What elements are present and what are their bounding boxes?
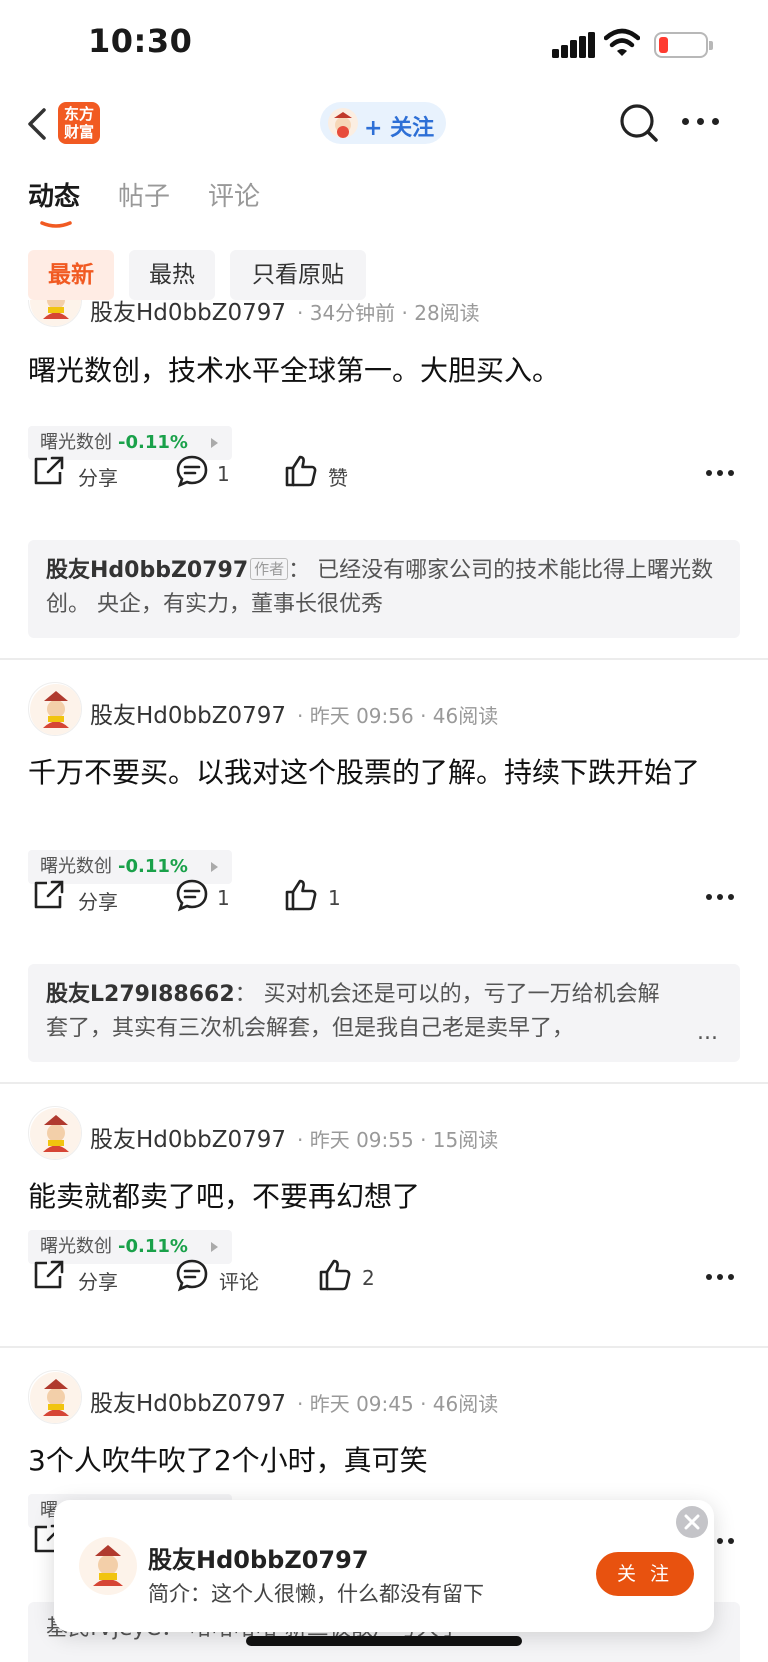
tab-posts[interactable]: 帖子 <box>118 176 170 213</box>
feed: 股友Hd0bbZ0797 · 34分钟前 · 28阅读 曙光数创，技术水平全球第… <box>0 300 768 1662</box>
filter-hot[interactable]: 最热 <box>129 250 215 300</box>
author-name[interactable]: 股友Hd0bbZ0797 <box>90 696 286 730</box>
status-time: 10:30 <box>88 22 193 60</box>
share-icon <box>34 880 64 909</box>
battery-icon <box>654 32 713 58</box>
more-icon[interactable] <box>706 470 734 480</box>
like-count: 2 <box>362 1266 375 1290</box>
avatar[interactable] <box>28 300 82 327</box>
chevron-right-icon <box>211 1242 218 1252</box>
home-indicator[interactable] <box>246 1636 522 1646</box>
comment-preview[interactable]: 股友L279I88662： 买对机会还是可以的，亏了一万给机会解套了，其实有三次… <box>28 964 740 1062</box>
filter-latest[interactable]: 最新 <box>28 250 114 300</box>
like-label: 赞 <box>328 466 348 490</box>
stock-name: 曙光数创 <box>40 856 112 877</box>
follow-label: + 关注 <box>364 116 435 141</box>
post-meta: · 34分钟前 · 28阅读 <box>297 301 480 325</box>
app-logo: 东方财富 <box>58 102 100 144</box>
close-icon[interactable] <box>676 1506 708 1538</box>
more-icon[interactable] <box>682 118 722 128</box>
follow-pill-button[interactable]: + 关注 <box>320 102 446 144</box>
comment-icon <box>176 879 208 912</box>
signal-icon <box>552 32 595 58</box>
tab-underline <box>40 221 72 228</box>
share-label: 分享 <box>78 1270 118 1294</box>
post-content[interactable]: 千万不要买。以我对这个股票的了解。持续下跌开始了 <box>28 752 740 794</box>
chevron-right-icon <box>211 438 218 448</box>
tab-bar: 动态 帖子 评论 <box>0 176 768 236</box>
comment-count: 1 <box>217 462 230 486</box>
post-content[interactable]: 3个人吹牛吹了2个小时，真可笑 <box>28 1440 740 1482</box>
avatar[interactable] <box>28 682 82 736</box>
comment-label: 评论 <box>219 1270 259 1294</box>
more-icon[interactable] <box>706 1274 734 1284</box>
share-label: 分享 <box>78 890 118 914</box>
comment-author[interactable]: 股友Hd0bbZ0797 <box>46 558 248 583</box>
author-name[interactable]: 股友Hd0bbZ0797 <box>90 300 286 327</box>
comment-author[interactable]: 股友L279I88662 <box>46 982 235 1007</box>
post-content[interactable]: 曙光数创，技术水平全球第一。大胆买入。 <box>28 350 740 392</box>
wifi-icon <box>604 28 640 56</box>
back-icon[interactable] <box>24 104 52 144</box>
comment-ellipsis: ... <box>697 1020 718 1045</box>
avatar[interactable] <box>78 1536 138 1596</box>
thumbs-up-icon <box>285 879 317 911</box>
more-icon[interactable] <box>706 894 734 904</box>
filter-original-only[interactable]: 只看原贴 <box>230 250 366 300</box>
battery-level <box>659 37 668 53</box>
comment-icon <box>176 455 208 488</box>
post-meta: · 昨天 09:56 · 46阅读 <box>297 704 499 728</box>
avatar[interactable] <box>28 1106 82 1160</box>
author-badge: 作者 <box>250 558 289 580</box>
post-meta: · 昨天 09:45 · 46阅读 <box>297 1392 499 1416</box>
stock-name: 曙光数创 <box>40 1236 112 1257</box>
follow-popup: 股友Hd0bbZ0797 简介：这个人很懒，什么都没有留下 关 注 <box>54 1500 714 1632</box>
search-icon[interactable] <box>618 102 660 144</box>
thumbs-up-icon <box>319 1259 351 1291</box>
tab-comments[interactable]: 评论 <box>208 176 260 213</box>
author-name[interactable]: 股友Hd0bbZ0797 <box>90 1120 286 1154</box>
popup-user-name[interactable]: 股友Hd0bbZ0797 <box>148 1540 369 1575</box>
stock-change: -0.11% <box>118 1236 188 1257</box>
popup-bio: 简介：这个人很懒，什么都没有留下 <box>148 1582 484 1606</box>
stock-name: 曙光数创 <box>40 432 112 453</box>
stock-change: -0.11% <box>118 432 188 453</box>
avatar[interactable] <box>28 1370 82 1424</box>
author-name[interactable]: 股友Hd0bbZ0797 <box>90 1384 286 1418</box>
chevron-right-icon <box>211 862 218 872</box>
filter-bar: 最新 最热 只看原贴 <box>0 250 768 300</box>
post-card[interactable]: 股友Hd0bbZ0797 · 34分钟前 · 28阅读 曙光数创，技术水平全球第… <box>0 300 768 658</box>
comment-count: 1 <box>217 886 230 910</box>
comment-icon <box>176 1259 208 1292</box>
post-content[interactable]: 能卖就都卖了吧，不要再幻想了 <box>28 1176 740 1218</box>
post-card[interactable]: 股友Hd0bbZ0797 · 昨天 09:55 · 15阅读 能卖就都卖了吧，不… <box>0 1084 768 1346</box>
post-card[interactable]: 股友Hd0bbZ0797 · 昨天 09:56 · 46阅读 千万不要买。以我对… <box>0 660 768 1082</box>
share-label: 分享 <box>78 466 118 490</box>
follow-button[interactable]: 关 注 <box>596 1552 694 1596</box>
share-icon <box>34 1260 64 1289</box>
status-bar: 10:30 <box>0 0 768 88</box>
tab-dynamic[interactable]: 动态 <box>28 176 80 213</box>
nav-bar: 东方财富 + 关注 <box>0 88 768 160</box>
post-meta: · 昨天 09:55 · 15阅读 <box>297 1128 499 1152</box>
share-icon <box>34 456 64 485</box>
avatar <box>328 108 358 138</box>
like-count: 1 <box>328 886 341 910</box>
thumbs-up-icon <box>285 455 317 487</box>
stock-change: -0.11% <box>118 856 188 877</box>
comment-preview[interactable]: 股友Hd0bbZ0797 作者： 已经没有哪家公司的技术能比得上曙光数创。 央企，… <box>28 540 740 638</box>
